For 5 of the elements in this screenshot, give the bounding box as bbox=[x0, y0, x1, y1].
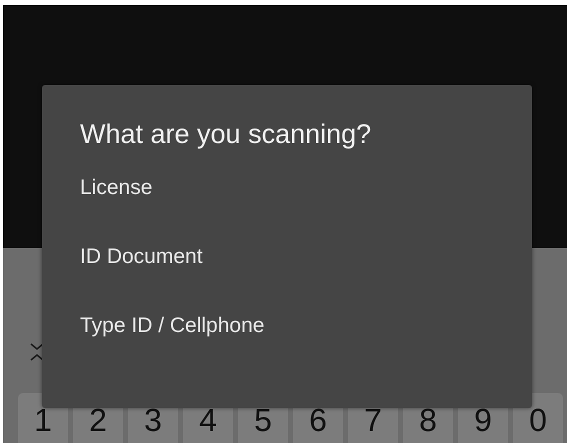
dialog-title: What are you scanning? bbox=[80, 119, 372, 150]
chevron-icon[interactable] bbox=[30, 341, 44, 363]
option-item[interactable]: Type ID / Cellphone bbox=[80, 306, 264, 346]
option-item[interactable]: ID Document bbox=[80, 237, 203, 277]
option-item[interactable]: License bbox=[80, 168, 152, 208]
